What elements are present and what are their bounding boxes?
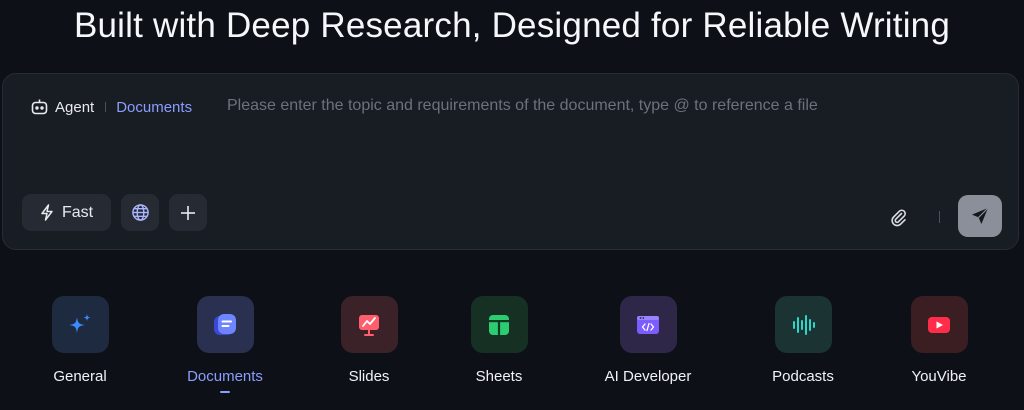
category-ai-developer[interactable]: AI Developer — [588, 296, 708, 385]
code-window-icon — [619, 296, 677, 353]
category-documents[interactable]: Documents — [165, 296, 285, 393]
category-label: Sheets — [475, 368, 523, 385]
category-slides[interactable]: Slides — [309, 296, 429, 385]
globe-icon — [131, 204, 149, 221]
toolbar-divider — [939, 211, 940, 223]
plus-icon — [181, 205, 195, 220]
agent-toggle[interactable]: Agent — [31, 99, 94, 116]
video-play-icon — [910, 296, 968, 353]
documents-mode-chip[interactable]: Documents — [116, 99, 192, 116]
sound-wave-icon — [774, 296, 832, 353]
spreadsheet-icon — [470, 296, 528, 353]
active-indicator — [220, 391, 230, 393]
attach-file-button[interactable] — [887, 205, 911, 229]
prompt-composer: Agent Documents Fast — [2, 73, 1019, 250]
category-podcasts[interactable]: Podcasts — [743, 296, 863, 385]
prompt-input[interactable] — [227, 92, 987, 120]
send-button[interactable] — [958, 195, 1002, 237]
mode-divider — [105, 102, 107, 112]
category-label: Podcasts — [772, 368, 834, 385]
composer-toolbar: Fast — [22, 194, 207, 231]
category-label: AI Developer — [604, 368, 692, 385]
category-bar: General Documents Slides Sheets AI Devel… — [0, 296, 1024, 410]
add-attachment-button[interactable] — [169, 194, 207, 231]
page-headline: Built with Deep Research, Designed for R… — [73, 6, 951, 45]
paperclip-icon — [891, 209, 906, 227]
category-label: General — [53, 368, 107, 385]
agent-label: Agent — [55, 98, 95, 116]
mode-selector: Agent Documents — [31, 96, 192, 118]
category-label: Slides — [348, 368, 390, 385]
fast-mode-button[interactable]: Fast — [22, 194, 111, 231]
lightning-icon — [41, 204, 53, 221]
paper-plane-icon — [972, 207, 989, 224]
presentation-icon — [340, 296, 398, 353]
category-youvibe[interactable]: YouVibe — [879, 296, 999, 385]
sparkle-icon — [51, 296, 109, 353]
fast-label: Fast — [61, 203, 94, 221]
document-stack-icon — [196, 296, 254, 353]
category-sheets[interactable]: Sheets — [439, 296, 559, 385]
robot-icon — [31, 99, 48, 115]
category-label: YouVibe — [911, 368, 967, 385]
web-search-button[interactable] — [121, 194, 159, 231]
category-label: Documents — [187, 368, 263, 385]
category-general[interactable]: General — [20, 296, 140, 385]
